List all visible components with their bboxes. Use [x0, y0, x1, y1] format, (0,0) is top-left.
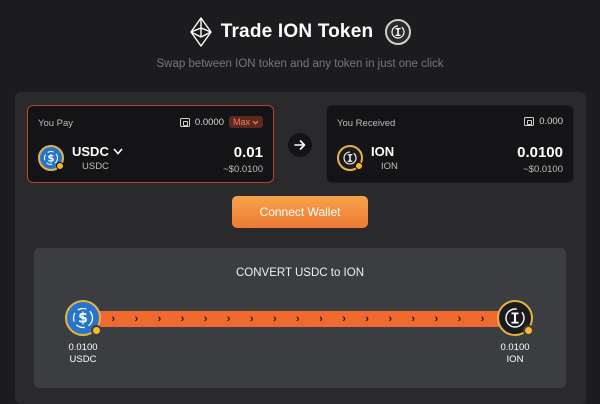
wallet-icon [179, 117, 190, 127]
to-caption: 0.0100 ION [485, 342, 545, 366]
chevron-right-icon: › [296, 313, 300, 325]
pay-amount[interactable]: 0.01 ~$0.0100 [223, 144, 263, 175]
from-caption: 0.0100 USDC [53, 342, 113, 366]
from-token: USDC [69, 354, 97, 365]
pay-usd-value: ~$0.0100 [223, 164, 263, 175]
page-subtitle: Swap between ION token and any token in … [156, 58, 444, 70]
conversion-title: CONVERT USDC to ION [235, 267, 365, 279]
chevron-right-icon: › [319, 313, 323, 325]
chevron-down-icon[interactable] [113, 148, 123, 155]
page-header: Trade ION Token [0, 16, 600, 48]
chevron-right-icon: › [388, 313, 393, 325]
ion-coin-icon [497, 300, 534, 336]
chevron-down-icon [252, 120, 259, 125]
chevron-right-icon: › [342, 313, 346, 325]
receive-balance-value: 0.000 [539, 116, 563, 127]
conversion-track: › › › › › › › › › › › › › › › › › [92, 311, 504, 327]
to-amount: 0.0100 [500, 342, 530, 353]
chevron-right-icon: › [180, 313, 185, 325]
chevron-right-icon: › [226, 313, 231, 325]
chevron-right-icon: › [434, 313, 439, 325]
chevron-right-icon: › [480, 313, 485, 325]
pay-balance-value: 0.0000 [194, 116, 224, 128]
chevron-right-icon: › [111, 313, 116, 325]
receive-token-name: ION [381, 161, 398, 172]
to-token: ION [506, 354, 524, 365]
ion-coin-icon [385, 19, 412, 45]
from-amount: 0.0100 [68, 342, 98, 353]
pay-card: You Pay 0.0000 Max $ USDC USDC 0.01 ~$0.… [27, 105, 274, 183]
pay-amount-value[interactable]: 0.01 [223, 144, 263, 161]
receive-card: You Received 0.000 ION ION 0.0100 ~$0.01… [326, 105, 574, 183]
pay-token-name: USDC [82, 161, 109, 172]
receive-amount: 0.0100 ~$0.0100 [517, 144, 563, 175]
chevron-right-icon: › [411, 313, 416, 325]
usdc-coin-icon: $ [38, 145, 64, 171]
receive-usd-value: ~$0.0100 [523, 164, 563, 175]
page-title: Trade ION Token [220, 21, 374, 42]
receive-amount-value: 0.0100 [517, 144, 563, 161]
max-label: Max [232, 117, 250, 127]
chevron-right-icon: › [365, 313, 369, 325]
chevron-right-icon: › [272, 313, 277, 325]
pay-balance: 0.0000 Max [179, 116, 263, 128]
receive-balance: 0.000 [524, 116, 563, 127]
svg-text:$: $ [78, 311, 88, 327]
swap-direction-button[interactable] [288, 133, 312, 157]
pay-token-symbol: USDC [72, 144, 109, 159]
wallet-icon [524, 117, 535, 126]
usdc-coin-icon: $ [65, 300, 102, 336]
max-button[interactable]: Max [228, 116, 263, 128]
chevron-right-icon: › [203, 313, 208, 325]
connect-wallet-button[interactable]: Connect Wallet [232, 196, 368, 228]
arrow-right-icon [294, 140, 306, 150]
svg-text:$: $ [48, 154, 55, 165]
ion-coin-icon [337, 145, 363, 171]
pay-token-selector[interactable]: $ USDC USDC [38, 144, 123, 172]
ethereum-logo-icon [190, 17, 212, 47]
chevron-right-icon: › [457, 313, 462, 325]
chevron-right-icon: › [134, 313, 139, 325]
chevron-right-icon: › [249, 313, 254, 325]
receive-label: You Received [337, 118, 396, 129]
receive-token: ION ION [337, 144, 398, 172]
pay-label: You Pay [38, 118, 74, 129]
chevron-right-icon: › [157, 313, 162, 325]
receive-token-symbol: ION [371, 144, 395, 159]
